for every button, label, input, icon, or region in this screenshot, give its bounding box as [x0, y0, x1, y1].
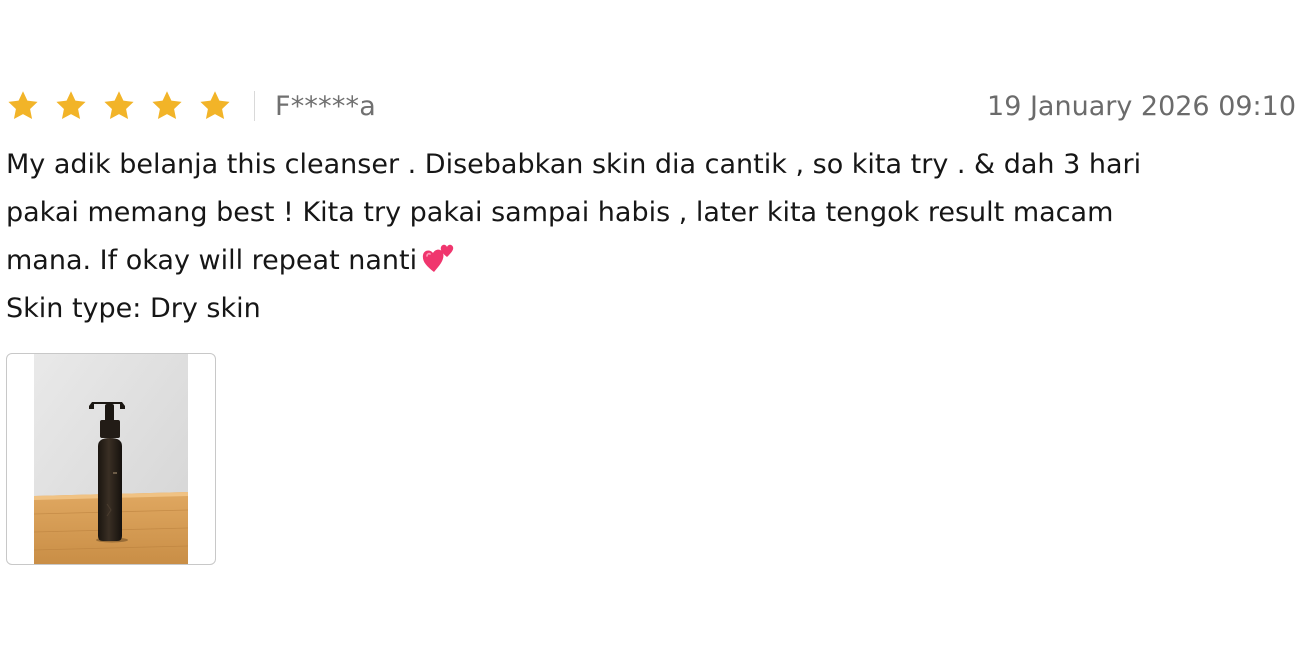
cleanser-bottle-photo — [34, 354, 188, 564]
star-rating — [6, 89, 232, 123]
star-icon — [200, 91, 230, 120]
star-icon — [104, 91, 134, 120]
review-card: F*****a 19 January 2026 09:10 My adik be… — [0, 0, 1300, 650]
review-photo-thumbnail[interactable] — [6, 353, 216, 565]
reviewer-name: F*****a — [275, 90, 376, 122]
review-text: My adik belanja this cleanser . Disebabk… — [6, 141, 1296, 333]
star-icon — [56, 91, 86, 120]
header-divider — [254, 91, 255, 121]
two-hearts-icon — [422, 244, 454, 272]
skin-type: Skin type: Dry skin — [6, 293, 261, 324]
review-header: F*****a 19 January 2026 09:10 — [6, 84, 1296, 128]
review-text-line: pakai memang best ! Kita try pakai sampa… — [6, 197, 1114, 228]
review-timestamp: 19 January 2026 09:10 — [987, 90, 1296, 122]
review-text-line: mana. If okay will repeat nanti — [6, 245, 418, 276]
review-text-line: My adik belanja this cleanser . Disebabk… — [6, 149, 1142, 180]
review-text-line-last: mana. If okay will repeat nanti — [6, 237, 1296, 285]
star-icon — [8, 91, 38, 120]
star-icon — [152, 91, 182, 120]
